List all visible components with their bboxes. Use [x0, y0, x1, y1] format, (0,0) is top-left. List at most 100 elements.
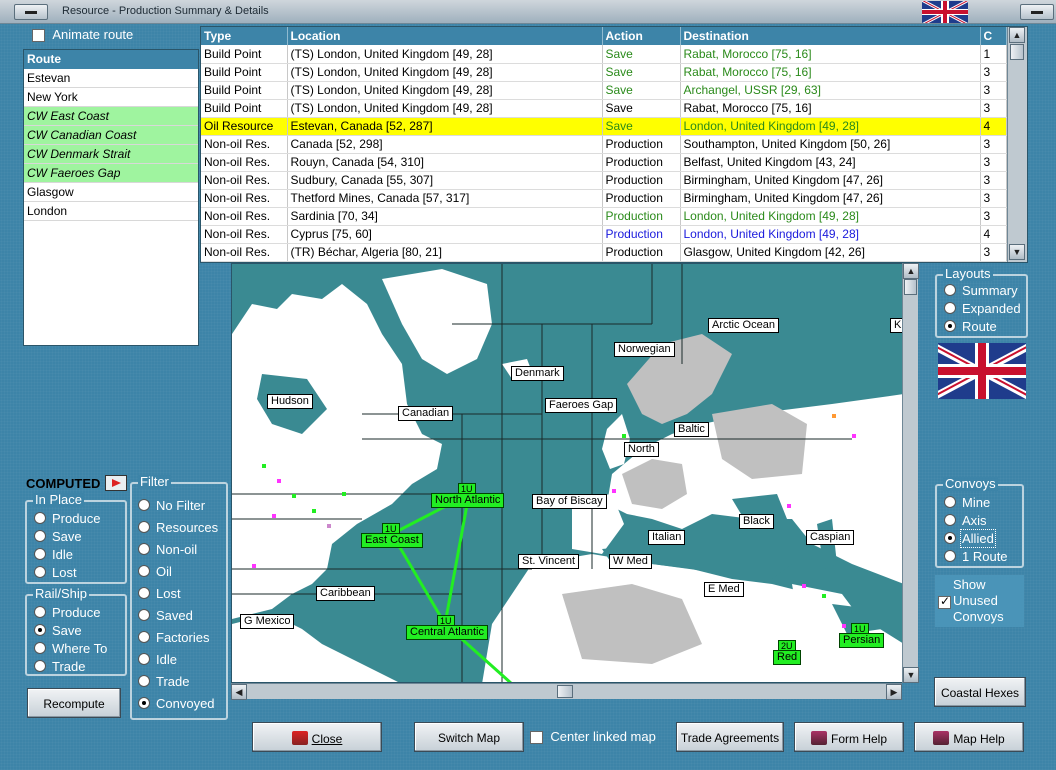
- convoy-label-east-coast[interactable]: East Coast: [361, 533, 423, 548]
- route-list-item[interactable]: CW Faeroes Gap: [24, 164, 198, 183]
- recompute-button[interactable]: Recompute: [27, 688, 121, 718]
- filter-option-idle[interactable]: Idle: [138, 652, 177, 667]
- convoy-label-red[interactable]: Red: [773, 650, 802, 665]
- radio-button-icon[interactable]: [34, 530, 46, 542]
- table-row[interactable]: Build Point (TS) London, United Kingdom […: [201, 99, 1007, 118]
- map-horizontal-scrollbar[interactable]: ◀ ▶: [231, 683, 902, 700]
- table-row[interactable]: Non-oil Res. Rouyn, Canada [54, 310] Produ…: [201, 153, 1007, 172]
- table-row[interactable]: Non-oil Res. Cyprus [75, 60] Production Lon…: [201, 225, 1007, 244]
- radio-button-icon[interactable]: [944, 284, 956, 296]
- radio-button-icon[interactable]: [944, 496, 956, 508]
- in-place-option-save[interactable]: Save: [34, 529, 82, 544]
- table-row[interactable]: Non-oil Res. (TR) Béchar, Algeria [80, 21…: [201, 243, 1007, 262]
- convoys-option-1-route[interactable]: 1 Route: [944, 549, 1008, 564]
- radio-button-icon[interactable]: [138, 587, 150, 599]
- in-place-option-produce[interactable]: Produce: [34, 511, 100, 526]
- filter-option-no-filter[interactable]: No Filter: [138, 498, 205, 513]
- radio-button-icon[interactable]: [944, 550, 956, 562]
- layout-option-expanded[interactable]: Expanded: [944, 301, 1021, 316]
- minimize-button[interactable]: [14, 4, 48, 20]
- scroll-up-icon[interactable]: ▲: [1009, 27, 1025, 43]
- table-row[interactable]: Non-oil Res. Sardinia [70, 34] Production L…: [201, 207, 1007, 226]
- radio-button-icon[interactable]: [34, 642, 46, 654]
- table-row[interactable]: Build Point (TS) London, United Kingdom […: [201, 45, 1007, 64]
- table-row[interactable]: Oil Resource Estevan, Canada [52, 287] Sav…: [201, 117, 1007, 136]
- convoys-option-axis[interactable]: Axis: [944, 513, 987, 528]
- in-place-option-lost[interactable]: Lost: [34, 565, 77, 580]
- radio-button-icon[interactable]: [138, 675, 150, 687]
- animate-route-check-icon[interactable]: [32, 29, 45, 43]
- radio-button-icon[interactable]: [34, 548, 46, 560]
- radio-button-icon[interactable]: [944, 532, 956, 544]
- radio-button-icon[interactable]: [944, 514, 956, 526]
- radio-button-icon[interactable]: [34, 624, 46, 636]
- radio-button-icon[interactable]: [34, 606, 46, 618]
- table-row[interactable]: Non-oil Res. Sudbury, Canada [55, 307] Pro…: [201, 171, 1007, 190]
- table-scroll-thumb[interactable]: [1010, 44, 1024, 60]
- column-header-destination[interactable]: Destination: [680, 27, 981, 45]
- route-list-item[interactable]: CW Denmark Strait: [24, 145, 198, 164]
- map-scroll-up-icon[interactable]: ▲: [903, 263, 919, 279]
- map-hscroll-thumb[interactable]: [557, 685, 573, 698]
- filter-option-trade[interactable]: Trade: [138, 674, 189, 689]
- column-header-location[interactable]: Location: [287, 27, 603, 45]
- column-header-type[interactable]: Type: [201, 27, 288, 45]
- switch-map-button[interactable]: Switch Map: [414, 722, 524, 752]
- map-help-button[interactable]: Map Help: [914, 722, 1024, 752]
- production-table[interactable]: Type Location Action Destination C Build…: [200, 26, 1028, 263]
- route-list-item[interactable]: CW East Coast: [24, 107, 198, 126]
- close-button[interactable]: Close: [252, 722, 382, 752]
- animate-route-checkbox[interactable]: Animate route: [32, 27, 133, 43]
- radio-button-icon[interactable]: [138, 653, 150, 665]
- form-help-button[interactable]: Form Help: [794, 722, 904, 752]
- center-linked-map-checkbox[interactable]: Center linked map: [530, 729, 656, 745]
- radio-button-icon[interactable]: [138, 565, 150, 577]
- convoy-label-north-atlantic[interactable]: North Atlantic: [431, 493, 505, 508]
- radio-button-icon[interactable]: [138, 499, 150, 511]
- trade-agreements-button[interactable]: Trade Agreements: [676, 722, 784, 752]
- radio-button-icon[interactable]: [34, 660, 46, 672]
- scroll-down-icon[interactable]: ▼: [1009, 244, 1025, 260]
- show-unused-checkbox[interactable]: [938, 594, 951, 610]
- coastal-hexes-button[interactable]: Coastal Hexes: [934, 677, 1026, 707]
- table-row[interactable]: Build Point (TS) London, United Kingdom […: [201, 63, 1007, 82]
- radio-button-icon[interactable]: [138, 521, 150, 533]
- table-vertical-scrollbar[interactable]: ▲ ▼: [1007, 27, 1027, 262]
- radio-button-icon[interactable]: [34, 566, 46, 578]
- column-header-c[interactable]: C: [980, 27, 1007, 45]
- table-row[interactable]: Non-oil Res. Thetford Mines, Canada [57, …: [201, 189, 1007, 208]
- table-row[interactable]: Non-oil Res. Canada [52, 298] Production So…: [201, 135, 1007, 154]
- column-header-action[interactable]: Action: [602, 27, 681, 45]
- filter-option-lost[interactable]: Lost: [138, 586, 181, 601]
- minimize-window-button[interactable]: [1020, 4, 1054, 20]
- center-linked-map-check-icon[interactable]: [530, 731, 543, 745]
- filter-option-oil[interactable]: Oil: [138, 564, 172, 579]
- rail-ship-option-produce[interactable]: Produce: [34, 605, 100, 620]
- route-list-item[interactable]: CW Canadian Coast: [24, 126, 198, 145]
- radio-button-icon[interactable]: [138, 631, 150, 643]
- filter-option-non-oil[interactable]: Non-oil: [138, 542, 197, 557]
- rail-ship-option-save[interactable]: Save: [34, 623, 82, 638]
- convoy-label-central-atlantic[interactable]: Central Atlantic: [406, 625, 488, 640]
- filter-option-saved[interactable]: Saved: [138, 608, 193, 623]
- convoys-option-allied[interactable]: Allied: [944, 529, 996, 548]
- rail-ship-option-where-to[interactable]: Where To: [34, 641, 107, 656]
- in-place-option-idle[interactable]: Idle: [34, 547, 73, 562]
- map-scroll-right-icon[interactable]: ▶: [886, 684, 902, 700]
- layout-option-summary[interactable]: Summary: [944, 283, 1018, 298]
- route-list-item[interactable]: London: [24, 202, 198, 221]
- map-vertical-scrollbar[interactable]: ▲ ▼: [902, 263, 919, 683]
- route-list-item[interactable]: New York: [24, 88, 198, 107]
- filter-option-resources[interactable]: Resources: [138, 520, 218, 535]
- radio-button-icon[interactable]: [138, 697, 150, 709]
- filter-option-convoyed[interactable]: Convoyed: [138, 696, 215, 711]
- filter-option-factories[interactable]: Factories: [138, 630, 209, 645]
- convoy-label-persian[interactable]: Persian: [839, 633, 885, 648]
- convoys-option-mine[interactable]: Mine: [944, 495, 990, 510]
- map-vscroll-thumb[interactable]: [904, 279, 917, 295]
- rail-ship-option-trade[interactable]: Trade: [34, 659, 85, 674]
- map-scroll-down-icon[interactable]: ▼: [903, 667, 919, 683]
- radio-button-icon[interactable]: [138, 543, 150, 555]
- radio-button-icon[interactable]: [944, 320, 956, 332]
- radio-button-icon[interactable]: [944, 302, 956, 314]
